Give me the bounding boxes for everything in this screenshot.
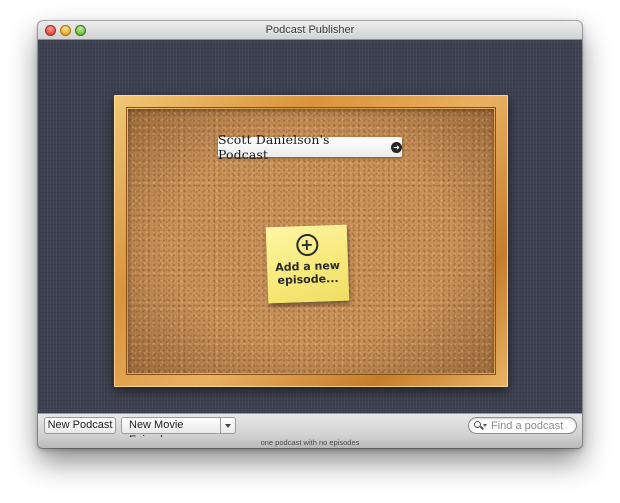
bottom-toolbar: New Podcast New Movie Episode xyxy=(38,413,582,446)
status-text: one podcast with no episodes xyxy=(260,438,360,447)
podcast-label-button[interactable]: Scott Danielson's Podcast ➜ xyxy=(218,132,402,162)
search-field[interactable] xyxy=(468,417,579,434)
new-podcast-button[interactable]: New Podcast xyxy=(44,417,116,434)
arrow-right-circle-icon: ➜ xyxy=(391,141,402,153)
window-title: Podcast Publisher xyxy=(265,24,355,36)
search-icon[interactable] xyxy=(474,420,487,431)
new-movie-episode-button[interactable]: New Movie Episode xyxy=(121,417,221,446)
status-bar: one podcast with no episodes xyxy=(38,437,582,448)
add-episode-sticky-note[interactable]: + Add a new episode... xyxy=(265,224,350,304)
plus-circle-icon: + xyxy=(295,233,319,257)
podcast-name: Scott Danielson's Podcast xyxy=(218,132,330,162)
triangle-down-icon xyxy=(225,424,231,428)
episode-type-dropdown-button[interactable] xyxy=(220,417,236,434)
app-window: Podcast Publisher Scott Danielson's Podc… xyxy=(38,21,582,448)
linen-background: Scott Danielson's Podcast ➜ + Add a new … xyxy=(38,41,582,413)
title-bar[interactable]: Podcast Publisher xyxy=(38,21,582,40)
search-input[interactable] xyxy=(491,419,579,432)
add-episode-label: Add a new episode... xyxy=(274,258,341,288)
